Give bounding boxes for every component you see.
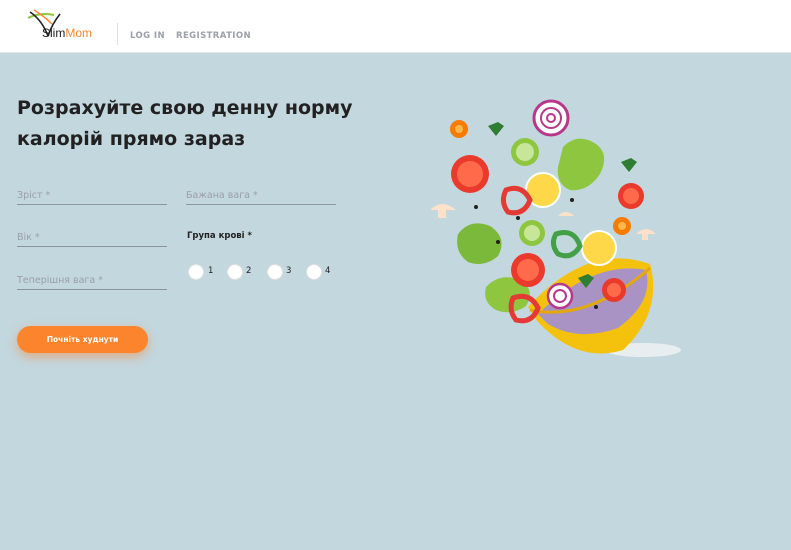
desired-weight-input[interactable] — [186, 190, 336, 201]
blood-group-label-3: 3 — [286, 266, 292, 276]
blood-group-label-4: 4 — [325, 266, 331, 276]
blood-group-label: Група крові * — [187, 231, 252, 241]
header-divider — [117, 23, 118, 45]
current-weight-field[interactable] — [17, 270, 167, 290]
start-losing-weight-button[interactable]: Почніть худнути — [17, 326, 148, 353]
blood-group-label-2: 2 — [246, 266, 252, 276]
height-field[interactable] — [17, 185, 167, 205]
blood-group-radio-3[interactable] — [267, 264, 283, 280]
nav-registration-link[interactable]: REGISTRATION — [176, 31, 251, 41]
desired-weight-field[interactable] — [186, 185, 336, 205]
logo-text-mom: Mom — [65, 26, 93, 40]
logo-text-slim: Slim — [42, 26, 66, 40]
blood-group-radio-4[interactable] — [306, 264, 322, 280]
logo-text[interactable]: SlimMom — [42, 26, 92, 40]
salad-illustration — [430, 99, 681, 357]
blood-group-radio-2[interactable] — [227, 264, 243, 280]
height-input[interactable] — [17, 190, 167, 201]
age-field[interactable] — [17, 227, 167, 247]
blood-group-radio-1[interactable] — [188, 264, 204, 280]
age-input[interactable] — [17, 232, 167, 243]
header: SlimMom LOG IN REGISTRATION — [0, 0, 791, 53]
nav-login-link[interactable]: LOG IN — [130, 31, 165, 41]
current-weight-input[interactable] — [17, 275, 167, 286]
blood-group-label-1: 1 — [208, 266, 214, 276]
page-title: Розрахуйте свою денну норму калорій прям… — [17, 97, 353, 150]
